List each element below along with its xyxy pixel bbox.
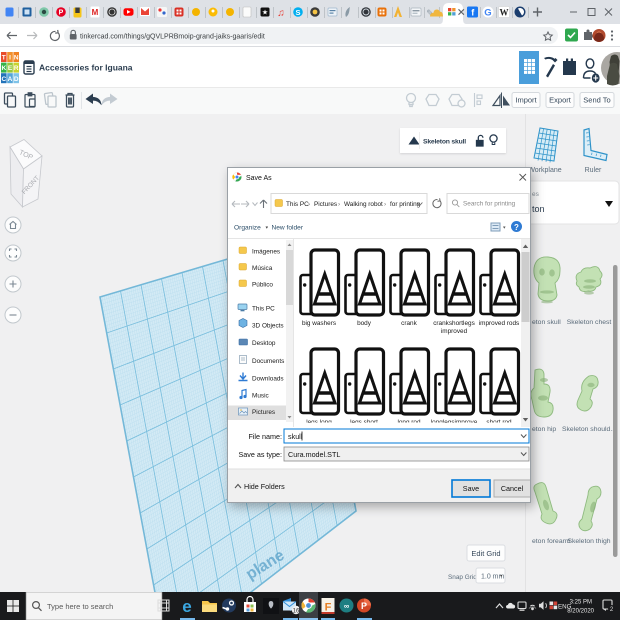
svg-text:e: e <box>182 597 191 616</box>
svg-text:›: › <box>384 201 386 208</box>
svg-text:W: W <box>500 8 509 18</box>
svg-text:R: R <box>14 65 19 72</box>
svg-text:Música: Música <box>252 265 273 272</box>
svg-text:Cura.model.STL: Cura.model.STL <box>288 450 340 459</box>
svg-text:A: A <box>8 76 13 83</box>
svg-text:C: C <box>1 76 6 83</box>
svg-text:Export: Export <box>549 96 572 105</box>
svg-text:N: N <box>14 55 19 62</box>
svg-text:Cancel: Cancel <box>501 484 524 493</box>
svg-text:P: P <box>361 601 367 611</box>
svg-text:Documents: Documents <box>252 358 284 365</box>
svg-text:for printing: for printing <box>390 201 421 208</box>
svg-text:ton: ton <box>532 204 545 214</box>
svg-text:Desktop: Desktop <box>252 340 276 347</box>
svg-text:8/20/2020: 8/20/2020 <box>567 608 594 614</box>
svg-text:improved rods: improved rods <box>479 320 520 327</box>
svg-text:This PC: This PC <box>286 201 309 208</box>
svg-text:big washers: big washers <box>302 320 336 327</box>
svg-text:Hide Folders: Hide Folders <box>244 482 285 491</box>
svg-text:1.0 mm: 1.0 mm <box>481 574 505 581</box>
svg-text:New folder: New folder <box>272 225 304 232</box>
svg-text:crank: crank <box>401 320 417 327</box>
svg-text:eton hip: eton hip <box>532 426 556 433</box>
svg-text:›: › <box>338 201 340 208</box>
svg-text:Pictures: Pictures <box>252 409 275 416</box>
svg-text:›: › <box>308 201 310 208</box>
svg-text:3:25 PM: 3:25 PM <box>570 599 592 605</box>
svg-text:eton forearm: eton forearm <box>532 538 571 545</box>
svg-text:M: M <box>92 8 99 17</box>
svg-text:improved: improved <box>441 328 468 335</box>
svg-text:♫: ♫ <box>277 8 285 19</box>
svg-text:★: ★ <box>262 9 268 17</box>
svg-text:Imágenes: Imágenes <box>252 249 280 256</box>
svg-text:I: I <box>9 55 11 62</box>
svg-text:F: F <box>325 602 332 614</box>
svg-text:Workplane: Workplane <box>528 167 561 174</box>
svg-text:es: es <box>532 191 540 198</box>
svg-text:P: P <box>59 10 64 17</box>
svg-text:Music: Music <box>252 393 269 400</box>
svg-text:∞: ∞ <box>344 602 349 611</box>
svg-text:G: G <box>484 8 491 19</box>
svg-text:Snap Grid: Snap Grid <box>448 574 477 581</box>
svg-text:Público: Público <box>252 282 273 289</box>
svg-text:Walking robot: Walking robot <box>344 201 383 208</box>
svg-text:Edit Grid: Edit Grid <box>471 549 500 558</box>
svg-text:Type here to search: Type here to search <box>47 602 113 611</box>
svg-text:Save As: Save As <box>246 175 272 182</box>
svg-text:T: T <box>2 55 6 62</box>
svg-text:File name:: File name: <box>248 432 282 441</box>
svg-text:eton skull: eton skull <box>532 319 561 326</box>
svg-text:Save as type:: Save as type: <box>238 450 282 459</box>
svg-text:Pictures: Pictures <box>314 201 337 208</box>
svg-text:Skeleton chest: Skeleton chest <box>567 319 612 326</box>
svg-text:Ruler: Ruler <box>585 167 602 174</box>
svg-text:Skeleton thigh: Skeleton thigh <box>567 538 610 545</box>
svg-text:D: D <box>14 76 19 83</box>
svg-text:3D Objects: 3D Objects <box>252 323 284 330</box>
svg-text:Organize: Organize <box>234 225 261 232</box>
svg-text:S: S <box>295 8 300 17</box>
svg-text:Save: Save <box>463 484 479 493</box>
svg-text:Skeleton skull: Skeleton skull <box>423 139 466 146</box>
svg-text:Import: Import <box>515 96 537 105</box>
svg-text:K: K <box>1 65 6 72</box>
svg-text:Skeleton should...: Skeleton should... <box>562 426 616 433</box>
svg-text:skull: skull <box>288 432 303 441</box>
svg-text:?: ? <box>514 223 519 232</box>
svg-text:E: E <box>8 65 13 72</box>
svg-text:Send To: Send To <box>583 96 610 105</box>
svg-text:This PC: This PC <box>252 306 275 313</box>
svg-text:16: 16 <box>293 609 300 615</box>
svg-text:Accessories for Iguana: Accessories for Iguana <box>39 63 133 73</box>
svg-text:crankshortlegs: crankshortlegs <box>433 320 475 327</box>
svg-text:Downloads: Downloads <box>252 376 284 383</box>
svg-text:Search for printing: Search for printing <box>463 201 516 208</box>
svg-text:body: body <box>357 320 372 327</box>
svg-text:tinkercad.com/things/gQVLPRBmo: tinkercad.com/things/gQVLPRBmoip-grand-j… <box>80 33 265 40</box>
